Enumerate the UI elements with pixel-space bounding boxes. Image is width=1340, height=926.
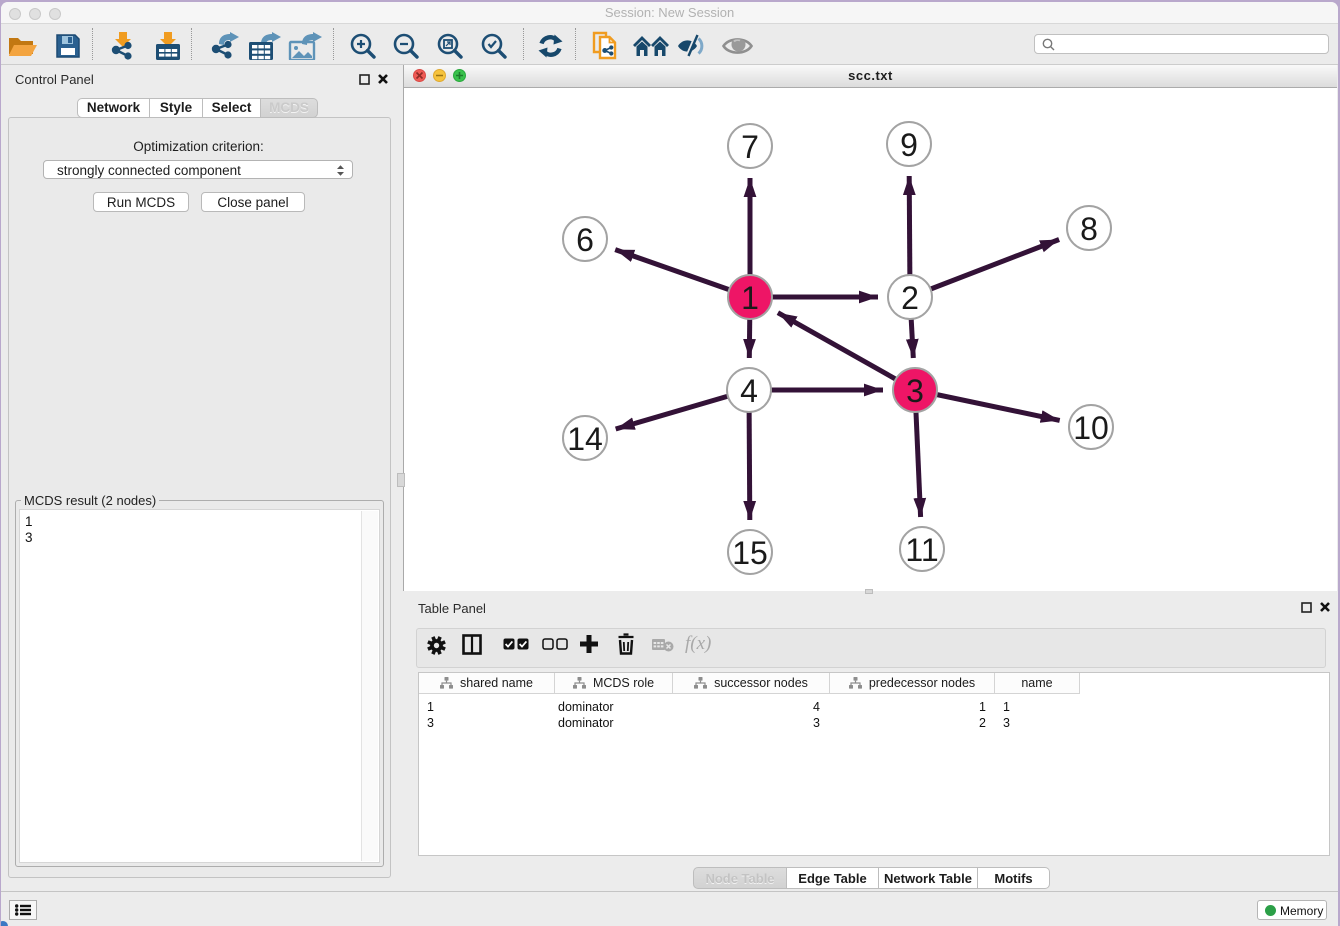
svg-text:8: 8 xyxy=(1080,211,1098,247)
svg-text:4: 4 xyxy=(740,373,758,409)
svg-text:10: 10 xyxy=(1073,410,1109,446)
svg-text:6: 6 xyxy=(576,222,594,258)
svg-text:7: 7 xyxy=(741,129,759,165)
svg-text:3: 3 xyxy=(906,373,924,409)
svg-text:14: 14 xyxy=(567,421,603,457)
svg-text:11: 11 xyxy=(905,532,938,568)
svg-text:15: 15 xyxy=(732,535,768,571)
svg-text:1: 1 xyxy=(741,280,759,316)
svg-text:9: 9 xyxy=(900,127,918,163)
svg-text:2: 2 xyxy=(901,280,919,316)
